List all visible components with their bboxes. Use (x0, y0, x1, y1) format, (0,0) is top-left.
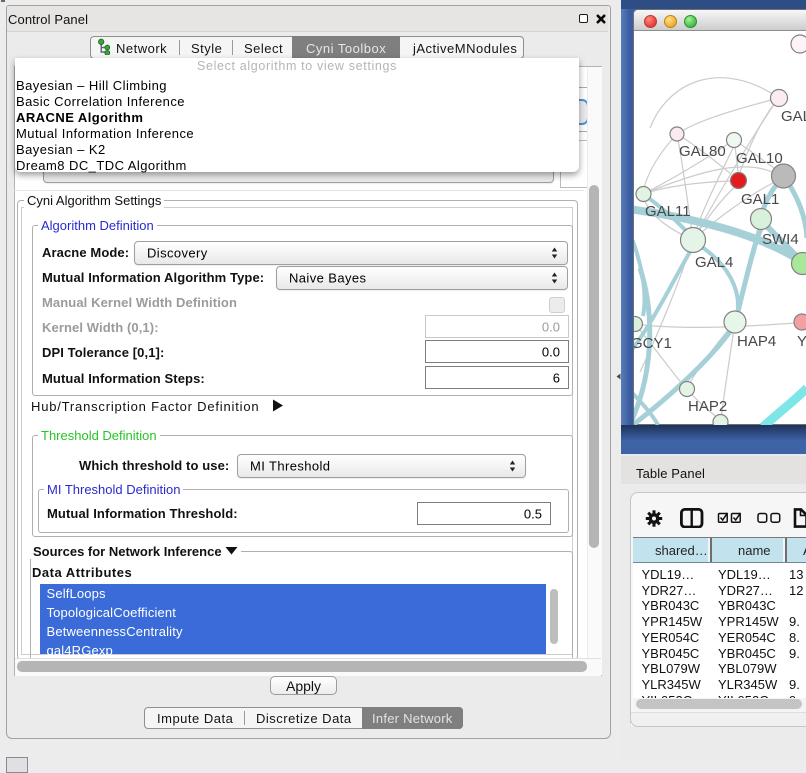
svg-text:HAP2: HAP2 (688, 398, 727, 415)
svg-text:GAL80: GAL80 (679, 143, 726, 160)
svg-text:GAL1: GAL1 (741, 191, 779, 208)
svg-text:GCY1: GCY1 (634, 335, 672, 352)
svg-text:SWI4: SWI4 (762, 231, 799, 248)
svg-text:GAL11: GAL11 (645, 203, 691, 220)
svg-text:GAL7: GAL7 (781, 108, 806, 125)
svg-text:HAP4: HAP4 (737, 333, 776, 350)
svg-text:GAL10: GAL10 (736, 150, 783, 167)
svg-text:GAL4: GAL4 (695, 254, 733, 271)
svg-text:Y: Y (797, 333, 806, 350)
